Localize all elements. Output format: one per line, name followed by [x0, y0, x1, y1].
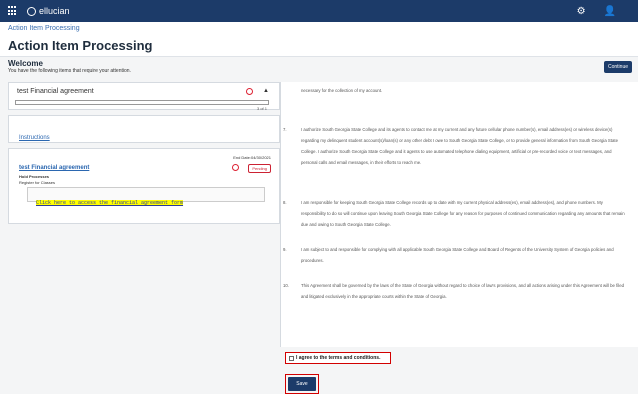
group-title: test Financial agreement	[17, 88, 94, 95]
page-title: Action Item Processing	[0, 36, 638, 57]
checkbox[interactable]	[289, 355, 294, 361]
chevron-up-icon[interactable]: ▲	[263, 88, 269, 94]
agree-terms-checkbox[interactable]: I agree to the terms and conditions.	[285, 352, 391, 364]
save-button-highlight: Save	[285, 374, 319, 394]
app-grid-icon[interactable]	[8, 6, 18, 16]
hold-processes-label: Hold Processes	[19, 174, 50, 179]
blocked-icon	[246, 88, 253, 95]
gear-icon[interactable]: ⚙	[577, 6, 586, 17]
agree-label: I agree to the terms and conditions.	[296, 355, 381, 361]
blocked-icon	[232, 164, 239, 171]
clause-9: 9. I am subject to and responsible for co…	[283, 244, 628, 266]
welcome-heading: Welcome	[8, 59, 43, 68]
action-item-card: End Date:04/30/2021 test Financial agree…	[8, 148, 280, 224]
clause-text: I authorize South Georgia State College …	[301, 127, 618, 165]
hold-processes-value: Register for Classes	[19, 180, 56, 185]
clause-text: I am subject to and responsible for comp…	[301, 247, 614, 263]
financial-agreement-link[interactable]: Click here to access the financial agree…	[36, 200, 184, 206]
clause-8: 8. I am responsible for keeping South Geo…	[283, 197, 628, 230]
clause-text: This Agreement shall be governed by the …	[301, 283, 625, 299]
breadcrumb[interactable]: Action Item Processing	[0, 22, 638, 36]
save-button[interactable]: Save	[288, 377, 316, 391]
welcome-section: Welcome You have the following items tha…	[0, 57, 638, 76]
end-date: End Date:04/30/2021	[233, 155, 271, 160]
agreement-document: necessary for the collection of my accou…	[280, 82, 638, 394]
top-navigation-bar: ellucian ⚙ 👤	[0, 0, 638, 22]
progress-bar	[15, 100, 269, 105]
action-item-link[interactable]: test Financial agreement	[19, 165, 89, 171]
clause-number: 9.	[283, 247, 287, 252]
action-items-panel: test Financial agreement ▲ 3 of 1 Instru…	[8, 82, 280, 347]
brand-name: ellucian	[39, 6, 70, 16]
clause-number: 7.	[283, 127, 287, 132]
clause-text: I am responsible for keeping South Georg…	[301, 200, 625, 227]
instructions-card: Instructions	[8, 115, 280, 143]
welcome-subtitle: You have the following items that requir…	[8, 68, 131, 74]
continue-button[interactable]: Continue	[603, 61, 632, 73]
clause-7: 7. I authorize South Georgia State Colleg…	[283, 124, 628, 168]
clause-number: 10.	[283, 283, 289, 288]
clause-number: 8.	[283, 200, 287, 205]
brand-logo[interactable]: ellucian	[27, 6, 70, 16]
lead-text: necessary for the collection of my accou…	[301, 88, 383, 93]
user-icon[interactable]: 👤	[604, 6, 616, 17]
group-card[interactable]: test Financial agreement ▲ 3 of 1	[8, 82, 280, 111]
clause-10: 10. This Agreement shall be governed by t…	[283, 280, 628, 302]
status-badge: Pending	[248, 164, 271, 173]
page-count: 3 of 1	[256, 106, 267, 111]
instructions-link[interactable]: Instructions	[19, 135, 50, 141]
agreement-box: Click here to access the financial agree…	[27, 187, 265, 206]
ellucian-logo-icon	[27, 6, 36, 16]
